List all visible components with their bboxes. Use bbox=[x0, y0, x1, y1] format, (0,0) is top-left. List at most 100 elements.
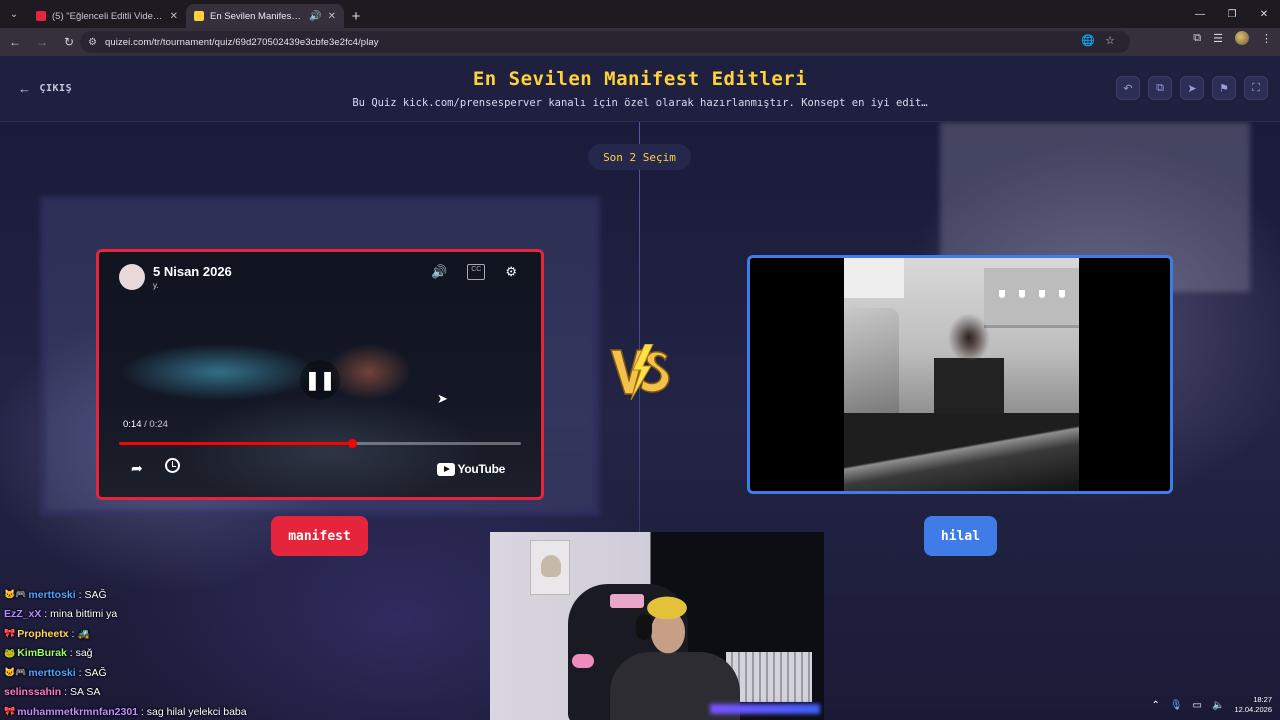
address-bar[interactable]: ⚙ quizei.com/tr/tournament/quiz/69d27050… bbox=[80, 31, 1130, 53]
site-info-icon[interactable]: ⚙ bbox=[88, 37, 97, 48]
quiz-title: En Sevilen Manifest Editleri bbox=[472, 68, 808, 90]
chat-message: 🐱🎮 merttoski : SAĞ bbox=[4, 666, 107, 679]
video-scene-lamp bbox=[1059, 290, 1065, 298]
left-option-video[interactable]: 5 Nisan 2026 y. 🔊 CC ⚙ ❚❚ 0:14 / 0:24 ➦ … bbox=[96, 249, 544, 500]
webcam-led-strip bbox=[710, 704, 820, 714]
video-scene-counter bbox=[844, 413, 1079, 491]
browser-tab-quiz[interactable]: En Sevilen Manifest Editleri 🔊 ✕ bbox=[186, 4, 344, 28]
close-window-icon[interactable]: ✕ bbox=[1248, 0, 1280, 28]
fullscreen-icon[interactable]: ⛶ bbox=[1244, 76, 1268, 100]
channel-name[interactable]: y. bbox=[153, 281, 159, 290]
webcam-poster bbox=[530, 540, 570, 595]
video-scene-lamp bbox=[1019, 290, 1025, 298]
chat-username[interactable]: EzZ_xX bbox=[4, 608, 41, 620]
volume-icon[interactable]: 🔈 bbox=[1212, 700, 1224, 711]
close-tab-icon[interactable]: ✕ bbox=[170, 11, 178, 22]
chat-username[interactable]: Propheetx bbox=[17, 628, 68, 640]
vote-right-button[interactable]: hilal bbox=[924, 516, 997, 556]
chat-badge-icon: 🐱🎮 bbox=[4, 667, 27, 678]
chat-badge-icon: 🎀 bbox=[4, 628, 16, 639]
chat-username[interactable]: merttoski bbox=[28, 667, 75, 679]
copy-icon[interactable]: ⧉ bbox=[1148, 76, 1172, 100]
video-scene-lamp bbox=[1039, 290, 1045, 298]
chat-message: EzZ_xX : mina bittimi ya bbox=[4, 608, 118, 621]
chat-text: sağ bbox=[75, 647, 93, 660]
pause-button[interactable]: ❚❚ bbox=[300, 360, 340, 400]
duration: 0:24 bbox=[149, 419, 168, 430]
menu-icon[interactable]: ⋮ bbox=[1261, 32, 1272, 45]
system-tray: ⌃ 🎙 ▭ 🔈 18:27 12.04.2026 bbox=[1140, 690, 1280, 720]
browser-tab-bar: ⌄ (5) "Eğlenceli Editli Video" Kick ✕ En… bbox=[0, 0, 1280, 28]
progress-fill bbox=[119, 442, 353, 445]
chat-username[interactable]: selinssahin bbox=[4, 686, 61, 698]
chat-username[interactable]: merttoski bbox=[28, 589, 75, 601]
chat-message: selinssahin : SA SA bbox=[4, 686, 101, 699]
profile-avatar-icon[interactable] bbox=[1235, 31, 1249, 45]
watch-later-icon[interactable] bbox=[165, 458, 180, 473]
send-icon[interactable]: ➤ bbox=[1180, 76, 1204, 100]
video-frame bbox=[844, 258, 1079, 491]
system-clock[interactable]: 18:27 12.04.2026 bbox=[1234, 695, 1272, 715]
undo-icon[interactable]: ↶ bbox=[1116, 76, 1140, 100]
youtube-wordmark: YouTube bbox=[457, 462, 506, 476]
url-text: quizei.com/tr/tournament/quiz/69d2705024… bbox=[104, 36, 379, 48]
chat-text: SA SA bbox=[69, 686, 101, 699]
bookmark-star-icon[interactable]: ☆ bbox=[1105, 34, 1115, 47]
quiz-page: ← ÇIKIŞ En Sevilen Manifest Editleri Bu … bbox=[0, 56, 1280, 720]
tab-search-icon[interactable]: ⌄ bbox=[0, 0, 28, 28]
restore-icon[interactable]: ❐ bbox=[1216, 0, 1248, 28]
channel-avatar[interactable] bbox=[119, 264, 145, 290]
current-time: 0:14 bbox=[123, 419, 142, 430]
reload-icon[interactable]: ↻ bbox=[57, 30, 81, 54]
forward-icon[interactable]: → bbox=[30, 30, 54, 54]
browser-tab-kick[interactable]: (5) "Eğlenceli Editli Video" Kick ✕ bbox=[28, 4, 186, 28]
minimize-icon[interactable]: — bbox=[1184, 0, 1216, 28]
vote-left-button[interactable]: manifest bbox=[271, 516, 368, 556]
share-icon[interactable]: ➦ bbox=[131, 460, 143, 477]
video-title[interactable]: 5 Nisan 2026 bbox=[153, 264, 232, 279]
video-scene-figure bbox=[844, 308, 899, 428]
close-tab-icon[interactable]: ✕ bbox=[328, 11, 336, 22]
back-icon[interactable]: ← bbox=[3, 30, 27, 54]
streamer-webcam bbox=[490, 532, 824, 720]
chat-badge-icon: 🎀 bbox=[4, 706, 16, 717]
chat-username[interactable]: muhammetkrmnfan2301 bbox=[17, 706, 138, 718]
chat-username[interactable]: KimBurak bbox=[17, 647, 67, 659]
volume-icon[interactable]: 🔊 bbox=[431, 264, 447, 280]
reading-list-icon[interactable]: ☰ bbox=[1213, 32, 1223, 45]
chat-text: mina bittimi ya bbox=[50, 608, 118, 621]
captions-icon[interactable]: CC bbox=[467, 264, 486, 280]
tab-title: (5) "Eğlenceli Editli Video" Kick bbox=[52, 10, 164, 22]
new-tab-button[interactable]: + bbox=[344, 4, 368, 28]
chevron-up-icon[interactable]: ⌃ bbox=[1151, 700, 1159, 711]
versus-icon bbox=[609, 344, 670, 400]
quizei-favicon-icon bbox=[194, 11, 204, 21]
clock-time: 18:27 bbox=[1253, 695, 1272, 704]
webcam-headset bbox=[636, 614, 652, 640]
chat-message: 🎀 muhammetkrmnfan2301 : sag hilal yelekci… bbox=[4, 705, 247, 718]
clock-date: 12.04.2026 bbox=[1234, 705, 1272, 714]
youtube-favicon-icon bbox=[36, 11, 46, 21]
quiz-header: ← ÇIKIŞ En Sevilen Manifest Editleri Bu … bbox=[0, 56, 1280, 122]
microphone-icon[interactable]: 🎙 bbox=[1170, 700, 1183, 711]
right-option-video[interactable] bbox=[747, 255, 1173, 494]
extensions-icon[interactable]: ⧉ bbox=[1193, 32, 1201, 45]
chat-message: 🐸 KimBurak : sağ bbox=[4, 647, 93, 660]
chat-message: 🎀 Propheetx : 🚜 bbox=[4, 627, 91, 641]
progress-bar[interactable] bbox=[119, 439, 521, 448]
webcam-bow bbox=[572, 654, 594, 668]
youtube-logo[interactable]: YouTube bbox=[436, 462, 506, 476]
translate-icon[interactable]: 🌐 bbox=[1081, 34, 1095, 47]
mouse-cursor-icon: ➤ bbox=[437, 391, 448, 406]
settings-gear-icon[interactable]: ⚙ bbox=[505, 264, 517, 280]
chat-text: 🚜 bbox=[77, 628, 91, 641]
stream-chat-overlay: 🐱🎮 merttoski : SAĞ EzZ_xX : mina bittimi y… bbox=[4, 585, 304, 720]
quiz-subtitle: Bu Quiz kick.com/prensesperver kanalı iç… bbox=[352, 97, 928, 109]
chat-text: sag hilal yelekci baba bbox=[146, 705, 247, 718]
video-scene-lamp bbox=[999, 290, 1005, 298]
chat-message: 🐱🎮 merttoski : SAĞ bbox=[4, 588, 107, 601]
display-icon[interactable]: ▭ bbox=[1193, 700, 1202, 711]
youtube-play-icon bbox=[436, 462, 455, 476]
flag-icon[interactable]: ⚑ bbox=[1212, 76, 1236, 100]
speaker-icon[interactable]: 🔊 bbox=[309, 11, 321, 22]
